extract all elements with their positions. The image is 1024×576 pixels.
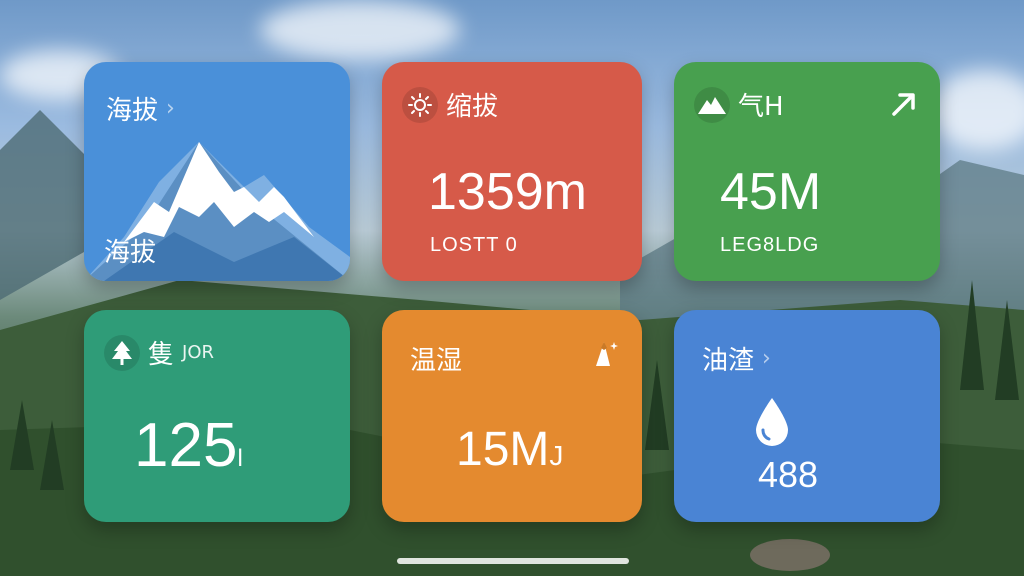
temperature-humidity-unit: J: [549, 440, 564, 471]
elevation-header: 缩拔: [402, 86, 498, 123]
forest-value: 125l: [134, 410, 243, 481]
elevation-value: 1359m: [428, 163, 587, 221]
air-subtext: LEG8LDG: [720, 234, 820, 256]
water-value: 488: [758, 454, 819, 495]
forest-label: 隻: [148, 340, 175, 370]
temperature-humidity-label: 温湿: [410, 346, 463, 376]
air-label: 气H: [738, 92, 784, 122]
altitude-card[interactable]: 海拔 › 海拔: [84, 62, 350, 281]
temperature-humidity-value: 15MJ: [456, 422, 563, 477]
tree-icon: [104, 334, 140, 371]
water-label: 油渣: [702, 346, 755, 376]
chevron-right-icon: ›: [762, 346, 771, 371]
mountain-icon: [694, 86, 730, 123]
water-drop-icon: [754, 396, 790, 452]
peak-sparkle-icon: [594, 338, 620, 372]
water-header: 油渣 ›: [702, 340, 771, 377]
elevation-card[interactable]: 缩拔 1359m LOSTT 0: [382, 62, 642, 281]
sun-icon: [402, 86, 438, 123]
forest-header: 隻 JOR: [104, 334, 214, 371]
temperature-humidity-number: 15M: [456, 423, 550, 476]
elevation-subtext: LOSTT 0: [430, 234, 518, 256]
air-value: 45M: [720, 163, 822, 221]
temperature-humidity-header: 温湿: [410, 340, 462, 377]
trend-up-arrow-icon[interactable]: [890, 90, 918, 122]
air-card[interactable]: 气H 45M LEG8LDG: [674, 62, 940, 281]
temperature-humidity-card[interactable]: 温湿 15MJ: [382, 310, 642, 522]
elevation-label: 缩拔: [446, 92, 499, 122]
forest-card[interactable]: 隻 JOR 125l: [84, 310, 350, 522]
air-header: 气H: [694, 86, 784, 123]
forest-label-extra: JOR: [182, 342, 214, 363]
chevron-right-icon: ›: [166, 96, 175, 121]
water-card[interactable]: 油渣 › 488: [674, 310, 940, 522]
forest-value-number: 125: [134, 411, 238, 480]
forest-value-unit: l: [237, 445, 243, 472]
altitude-label: 海拔: [106, 96, 159, 126]
home-indicator[interactable]: [397, 558, 629, 564]
altitude-footer-label: 海拔: [104, 238, 157, 268]
altitude-header: 海拔 ›: [106, 90, 175, 127]
